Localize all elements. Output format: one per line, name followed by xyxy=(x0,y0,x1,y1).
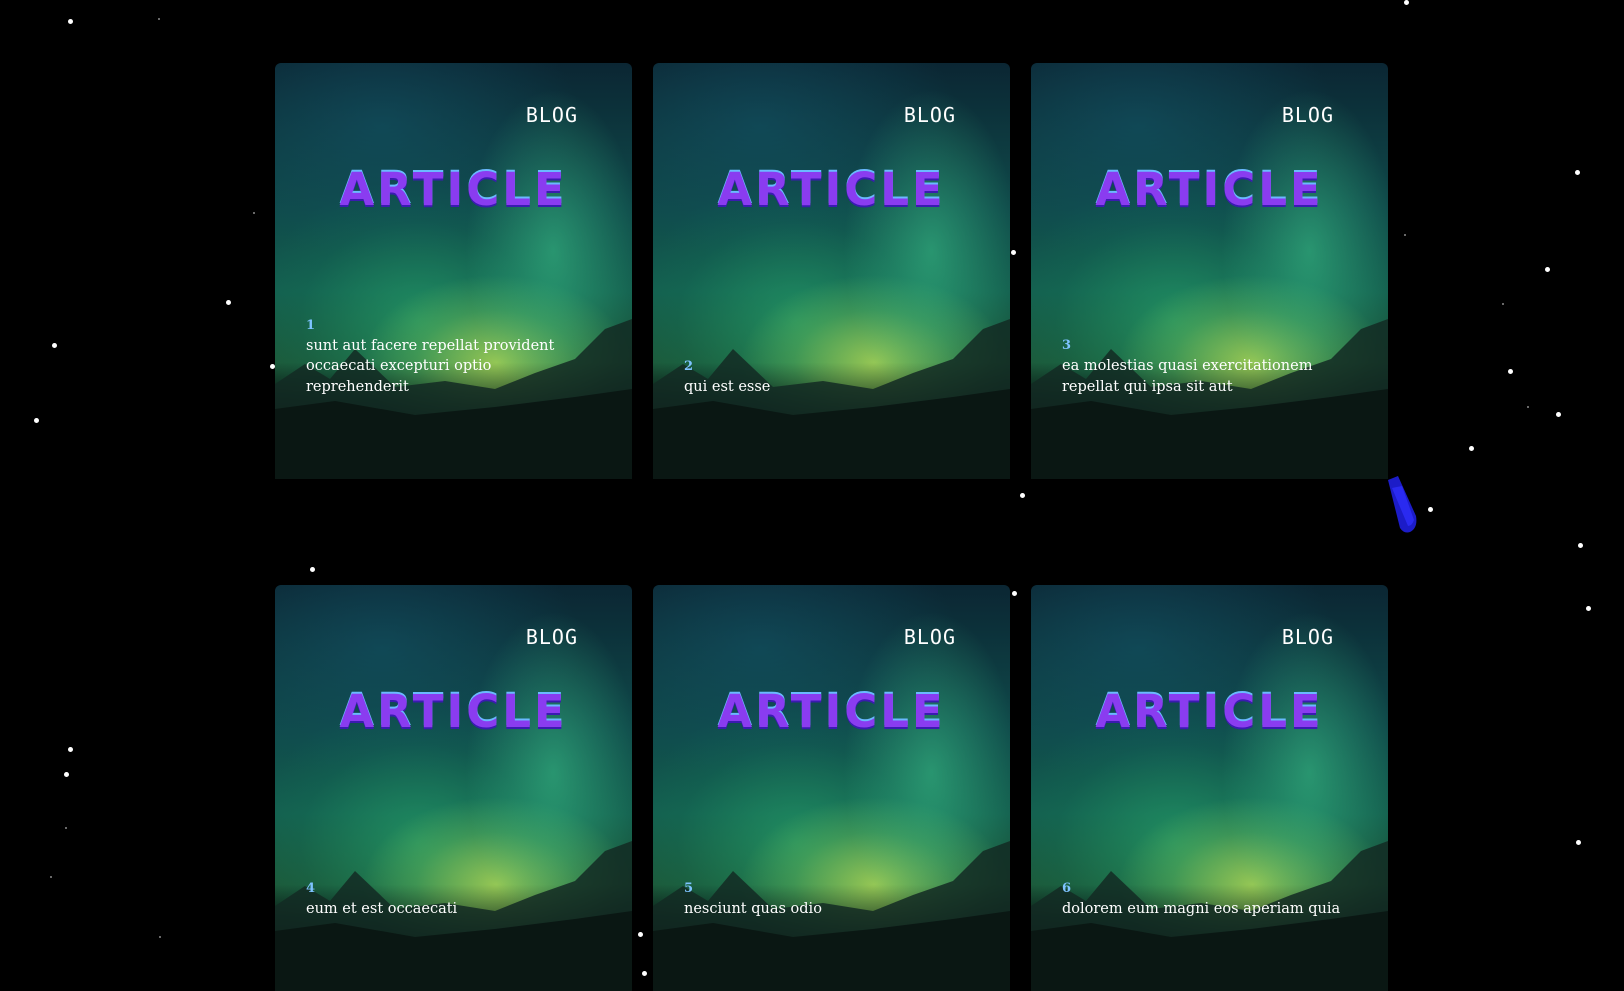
star xyxy=(158,18,160,20)
post-title: nesciunt quas odio xyxy=(684,900,822,917)
star xyxy=(1404,234,1406,236)
star xyxy=(1586,606,1591,611)
starfield-background: BLOG ARTICLE 1 sunt aut facere repellat … xyxy=(0,0,1624,991)
card-meta: 2 qui est esse xyxy=(684,359,976,398)
article-card[interactable]: BLOG ARTICLE 6 dolorem eum magni eos ape… xyxy=(1031,585,1388,991)
post-title: dolorem eum magni eos aperiam quia xyxy=(1062,900,1341,917)
card-meta: 1 sunt aut facere repellat provident occ… xyxy=(306,318,598,398)
post-id: 4 xyxy=(306,880,316,896)
star xyxy=(1575,170,1580,175)
blog-label: BLOG xyxy=(903,625,956,649)
star xyxy=(52,343,57,348)
blog-label: BLOG xyxy=(525,103,578,127)
card-title: ARTICLE xyxy=(717,163,946,216)
star xyxy=(1556,412,1561,417)
blog-label: BLOG xyxy=(1281,103,1334,127)
star xyxy=(65,827,67,829)
star xyxy=(1502,303,1504,305)
star xyxy=(1020,493,1025,498)
star xyxy=(226,300,231,305)
post-id: 5 xyxy=(684,880,694,896)
star xyxy=(1576,840,1581,845)
blue-comet-shape xyxy=(1388,476,1417,533)
star xyxy=(68,747,73,752)
card-title: ARTICLE xyxy=(1095,685,1324,738)
card-meta: 3 ea molestias quasi exercitationem repe… xyxy=(1062,338,1354,397)
star xyxy=(1508,369,1513,374)
star xyxy=(1527,406,1529,408)
star xyxy=(1469,446,1474,451)
star xyxy=(50,876,52,878)
post-id: 1 xyxy=(306,317,316,333)
star xyxy=(310,567,315,572)
star xyxy=(1428,507,1433,512)
blog-label: BLOG xyxy=(903,103,956,127)
post-title: eum et est occaecati xyxy=(306,900,458,917)
post-id: 2 xyxy=(684,358,694,374)
article-card[interactable]: BLOG ARTICLE 2 qui est esse xyxy=(653,63,1010,479)
blog-label: BLOG xyxy=(1281,625,1334,649)
star xyxy=(1012,591,1017,596)
post-id: 6 xyxy=(1062,880,1072,896)
card-title: ARTICLE xyxy=(717,685,946,738)
card-title: ARTICLE xyxy=(1095,163,1324,216)
post-title: qui est esse xyxy=(684,378,771,395)
article-card[interactable]: BLOG ARTICLE 3 ea molestias quasi exerci… xyxy=(1031,63,1388,479)
star xyxy=(1545,267,1550,272)
post-id: 3 xyxy=(1062,338,1072,353)
star xyxy=(1578,543,1583,548)
article-card[interactable]: BLOG ARTICLE 5 nesciunt quas odio xyxy=(653,585,1010,991)
card-title: ARTICLE xyxy=(339,163,568,216)
star xyxy=(1011,250,1016,255)
star xyxy=(159,936,161,938)
card-title: ARTICLE xyxy=(339,685,568,738)
post-title: sunt aut facere repellat provident occae… xyxy=(306,337,555,395)
card-meta: 6 dolorem eum magni eos aperiam quia xyxy=(1062,881,1354,920)
post-title: ea molestias quasi exercitationem repell… xyxy=(1062,358,1313,395)
star xyxy=(1404,0,1409,5)
article-card[interactable]: BLOG ARTICLE 4 eum et est occaecati xyxy=(275,585,632,991)
star xyxy=(638,932,643,937)
blog-label: BLOG xyxy=(525,625,578,649)
star xyxy=(34,418,39,423)
card-meta: 4 eum et est occaecati xyxy=(306,881,598,920)
star xyxy=(68,19,73,24)
star xyxy=(642,971,647,976)
card-meta: 5 nesciunt quas odio xyxy=(684,881,976,920)
article-card[interactable]: BLOG ARTICLE 1 sunt aut facere repellat … xyxy=(275,63,632,479)
star xyxy=(64,772,69,777)
star xyxy=(253,212,255,214)
